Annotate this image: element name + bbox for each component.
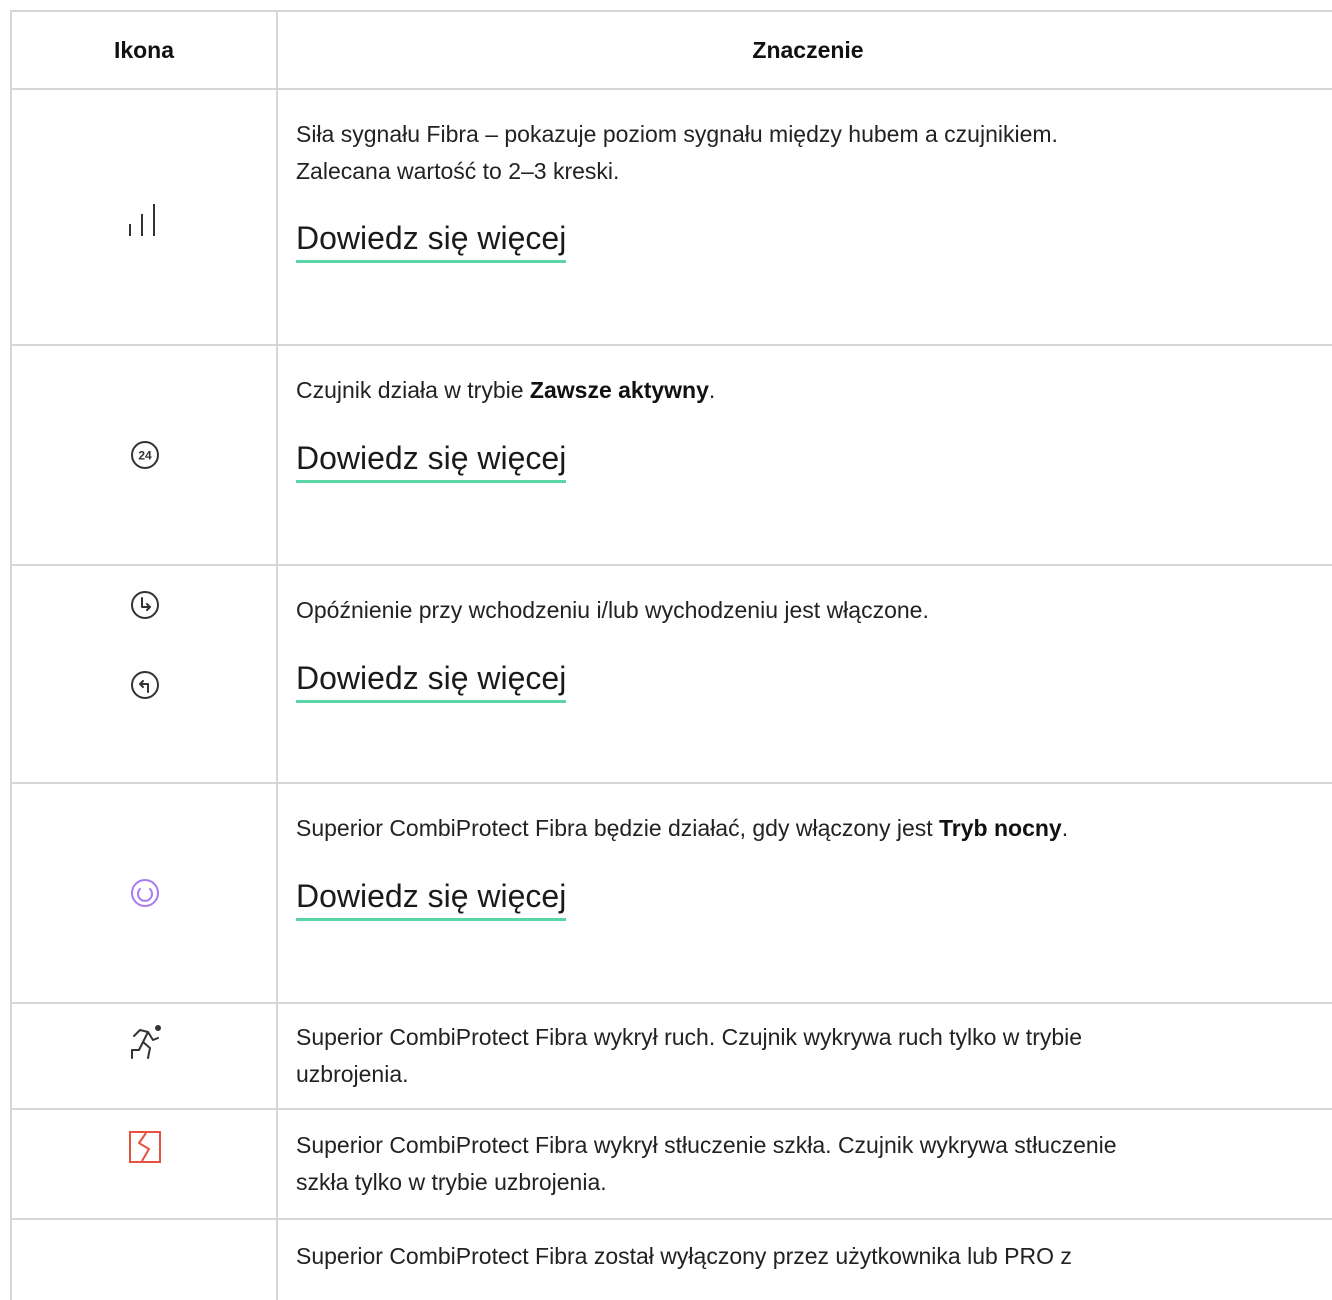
exit-delay-icon [131, 671, 159, 699]
meaning-cell: Opóźnienie przy wchodzeniu i/lub wychodz… [276, 566, 1332, 782]
description-line: Superior CombiProtect Fibra wykrył stłuc… [296, 1132, 1117, 1158]
meaning-cell: Superior CombiProtect Fibra wykrył ruch.… [276, 1004, 1332, 1108]
meaning-cell: Superior CombiProtect Fibra będzie dział… [276, 784, 1332, 1002]
meaning-cell: Czujnik działa w trybie Zawsze aktywny. … [276, 346, 1332, 564]
table-row: Superior CombiProtect Fibra będzie dział… [10, 784, 1332, 1004]
table-row: Superior CombiProtect Fibra wykrył stłuc… [10, 1110, 1332, 1220]
table-header-row: Ikona Znaczenie [10, 10, 1332, 90]
description-line: Siła sygnału Fibra – pokazuje poziom syg… [296, 121, 1058, 147]
night-mode-icon [131, 879, 159, 907]
description-text: . [1061, 815, 1069, 841]
icon-cell [10, 566, 278, 782]
description: Superior CombiProtect Fibra wykrył ruch.… [296, 1019, 1310, 1093]
description-line: uzbrojenia. [296, 1061, 409, 1087]
always-active-24-icon: 24 [131, 441, 159, 469]
learn-more-link[interactable]: Dowiedz się więcej [296, 658, 567, 703]
table-row: Siła sygnału Fibra – pokazuje poziom syg… [10, 90, 1332, 346]
header-icon-column: Ikona [10, 12, 278, 88]
description-line: szkła tylko w trybie uzbrojenia. [296, 1169, 607, 1195]
description: Superior CombiProtect Fibra będzie dział… [296, 810, 1310, 847]
description-line: Zalecana wartość to 2–3 kreski. [296, 158, 620, 184]
header-meaning-column: Znaczenie [752, 36, 864, 63]
table-row: Superior CombiProtect Fibra wykrył ruch.… [10, 1004, 1332, 1110]
icons-table: Ikona Znaczenie Siła sygnału Fibra – pok… [10, 10, 1332, 1300]
mode-name: Zawsze aktywny [529, 377, 709, 403]
table-row: 24 Czujnik działa w trybie Zawsze aktywn… [10, 346, 1332, 566]
table-row: Superior CombiProtect Fibra został wyłąc… [10, 1220, 1332, 1300]
description: Opóźnienie przy wchodzeniu i/lub wychodz… [296, 597, 929, 623]
description-text: Czujnik działa w trybie [296, 377, 530, 403]
learn-more-link[interactable]: Dowiedz się więcej [296, 438, 567, 483]
signal-bars-icon [129, 204, 155, 236]
description-text: . [708, 377, 716, 403]
icon-cell [10, 1220, 278, 1300]
icon-cell [10, 1110, 278, 1218]
icon-cell: 24 [10, 346, 278, 564]
meaning-cell: Superior CombiProtect Fibra został wyłąc… [276, 1220, 1332, 1300]
entry-delay-icon [131, 591, 159, 619]
always-active-badge-text: 24 [138, 449, 152, 463]
learn-more-link[interactable]: Dowiedz się więcej [296, 218, 567, 263]
meaning-cell: Siła sygnału Fibra – pokazuje poziom syg… [276, 90, 1332, 344]
description: Siła sygnału Fibra – pokazuje poziom syg… [296, 116, 1310, 190]
motion-detected-icon [131, 1025, 161, 1059]
description: Superior CombiProtect Fibra wykrył stłuc… [296, 1127, 1310, 1201]
icon-cell [10, 90, 278, 344]
mode-name: Tryb nocny [939, 815, 1062, 841]
description-line: Superior CombiProtect Fibra wykrył ruch.… [296, 1024, 1083, 1050]
description-text: Superior CombiProtect Fibra będzie dział… [296, 815, 940, 841]
glass-break-icon [129, 1131, 161, 1163]
description: Czujnik działa w trybie Zawsze aktywny. [296, 372, 1310, 409]
description: Superior CombiProtect Fibra został wyłąc… [296, 1243, 1072, 1269]
table-row: Opóźnienie przy wchodzeniu i/lub wychodz… [10, 566, 1332, 784]
meaning-cell: Superior CombiProtect Fibra wykrył stłuc… [276, 1110, 1332, 1218]
icon-cell [10, 1004, 278, 1108]
learn-more-link[interactable]: Dowiedz się więcej [296, 876, 567, 921]
icon-cell [10, 784, 278, 1002]
